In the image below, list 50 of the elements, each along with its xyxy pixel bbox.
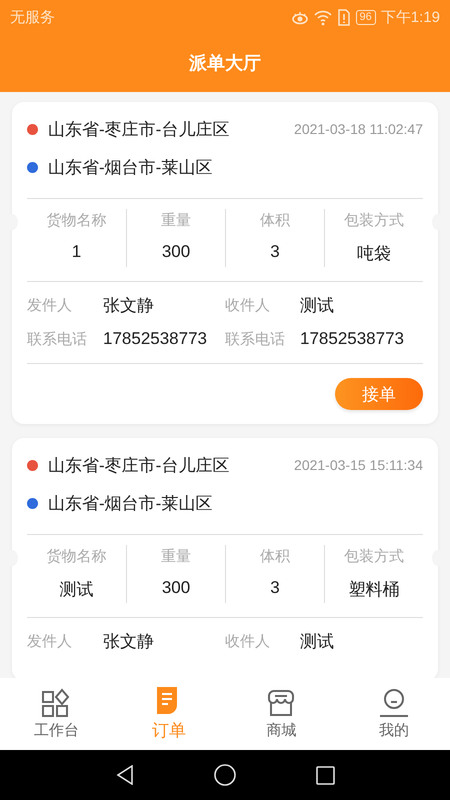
sim-alert-icon — [336, 8, 351, 26]
contact-label: 联系电话 — [27, 330, 88, 348]
goods-value: 测试 — [60, 579, 94, 601]
order-time: 2021-03-15 15:11:34 — [294, 457, 423, 473]
contact-label: 发件人 — [27, 296, 73, 315]
goods-label: 货物名称 — [46, 547, 106, 566]
back-icon[interactable] — [116, 765, 134, 785]
goods-label: 货物名称 — [46, 211, 106, 230]
goods-value: 1 — [72, 242, 82, 262]
goods-label: 重量 — [161, 211, 191, 230]
tab-item[interactable]: 我的 — [338, 678, 450, 750]
goods-label: 包装方式 — [344, 547, 404, 566]
goods-label: 包装方式 — [344, 211, 404, 230]
contact-value: 张文静 — [103, 631, 155, 653]
goods-value: 吨袋 — [357, 243, 391, 265]
contact-value: 测试 — [300, 295, 335, 317]
tab-item[interactable]: 商城 — [225, 678, 338, 750]
goods-label: 体积 — [260, 547, 290, 566]
goods-value: 3 — [270, 242, 280, 262]
contact-label: 收件人 — [225, 632, 271, 651]
goods-value: 300 — [162, 242, 190, 262]
goods-value: 3 — [270, 578, 280, 598]
grid-icon — [41, 688, 72, 718]
tab-item[interactable]: 工作台 — [0, 678, 112, 750]
address-text: 山东省-烟台市-莱山区 — [48, 156, 214, 178]
goods-value: 300 — [162, 578, 190, 598]
person-icon — [378, 688, 409, 718]
goods-value: 塑料桶 — [348, 579, 400, 601]
wifi-icon — [314, 8, 332, 26]
contact-value: 17852538773 — [103, 329, 208, 349]
goods-label: 体积 — [260, 211, 290, 230]
clock-text: 下午1:19 — [380, 8, 440, 26]
contact-value: 17852538773 — [300, 329, 406, 349]
battery-icon: 96 — [356, 10, 376, 24]
address-text: 山东省-烟台市-莱山区 — [48, 492, 214, 514]
eye-icon — [290, 9, 309, 25]
contact-label: 收件人 — [225, 296, 271, 315]
contact-label: 发件人 — [27, 632, 73, 651]
contact-value: 张文静 — [103, 295, 155, 317]
address-text: 山东省-枣庄市-台儿庄区 — [48, 118, 230, 140]
address-text: 山东省-枣庄市-台儿庄区 — [48, 454, 230, 476]
recents-icon[interactable] — [316, 766, 334, 784]
home-icon[interactable] — [214, 764, 236, 786]
goods-label: 重量 — [161, 547, 191, 566]
contact-value: 测试 — [300, 631, 335, 653]
store-icon — [266, 688, 296, 718]
carrier-text: 无服务 — [10, 8, 55, 26]
order-time: 2021-03-18 11:02:47 — [294, 121, 423, 137]
page-title: 派单大厅 — [189, 52, 261, 75]
contact-label: 联系电话 — [225, 330, 286, 348]
